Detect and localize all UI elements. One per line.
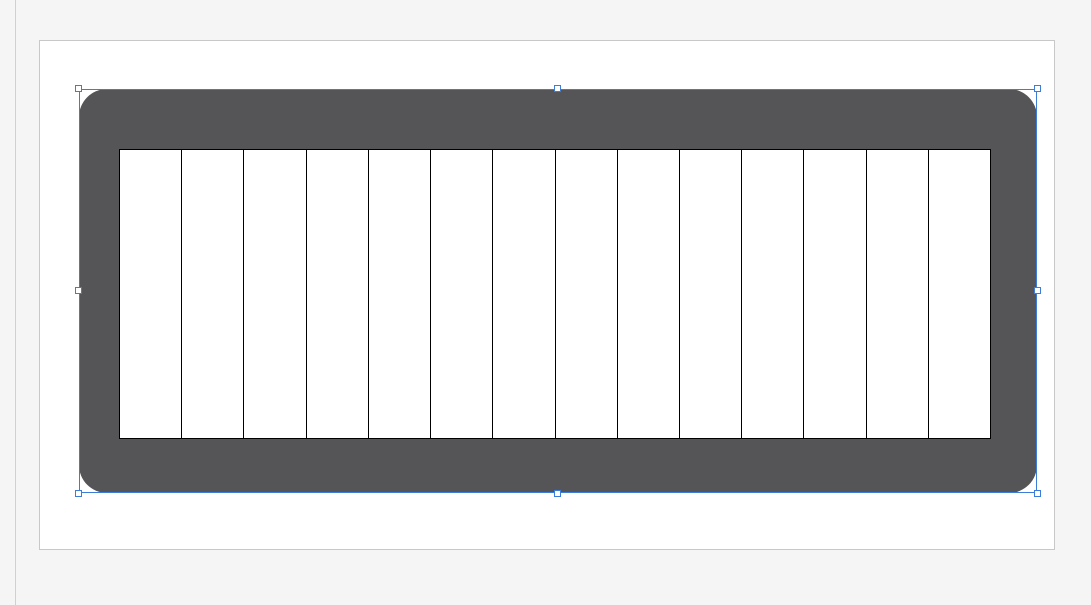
resize-handle-middle-right[interactable]	[1034, 287, 1041, 294]
resize-handle-top-left[interactable]	[75, 85, 82, 92]
artboard[interactable]	[39, 40, 1055, 550]
grid-cell[interactable]	[182, 150, 244, 438]
page-guide-left	[15, 0, 16, 605]
resize-handle-bottom-left[interactable]	[75, 490, 82, 497]
grid-cell[interactable]	[493, 150, 555, 438]
grid-cell[interactable]	[929, 150, 991, 438]
grid-cell[interactable]	[369, 150, 431, 438]
selection-outline	[79, 89, 1037, 493]
design-canvas[interactable]	[0, 0, 1091, 605]
grid-cell[interactable]	[804, 150, 866, 438]
grid-cell[interactable]	[742, 150, 804, 438]
resize-handle-bottom-center[interactable]	[554, 490, 561, 497]
rounded-rectangle-shape[interactable]	[79, 89, 1037, 493]
grid-cell[interactable]	[618, 150, 680, 438]
grid-cell[interactable]	[867, 150, 929, 438]
grid-cell[interactable]	[307, 150, 369, 438]
selection-bounding-box[interactable]	[79, 89, 1037, 493]
grid-cell[interactable]	[680, 150, 742, 438]
column-grid[interactable]	[119, 149, 991, 439]
resize-handle-bottom-right[interactable]	[1034, 490, 1041, 497]
grid-cell[interactable]	[431, 150, 493, 438]
resize-handle-middle-left[interactable]	[75, 287, 82, 294]
resize-handle-top-right[interactable]	[1034, 85, 1041, 92]
grid-cell[interactable]	[556, 150, 618, 438]
grid-cell[interactable]	[244, 150, 306, 438]
grid-cell[interactable]	[120, 150, 182, 438]
resize-handle-top-center[interactable]	[554, 85, 561, 92]
